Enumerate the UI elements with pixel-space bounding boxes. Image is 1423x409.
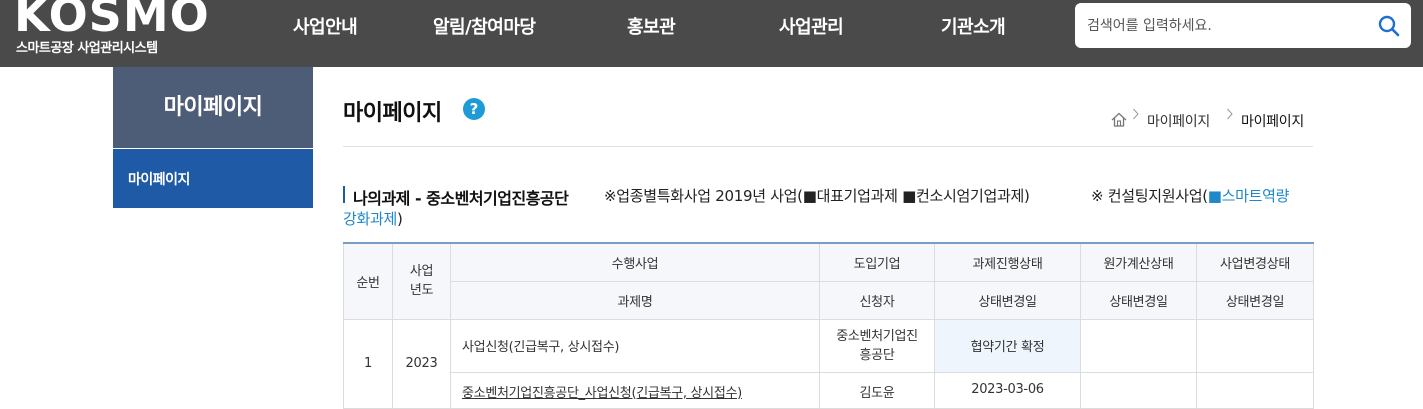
nav-item-notice-participation[interactable]: 알림/참여마당 <box>433 13 536 41</box>
nav-item-business-info[interactable]: 사업안내 <box>293 13 358 41</box>
breadcrumb-separator-icon <box>1133 108 1139 120</box>
search-button[interactable] <box>1375 12 1403 40</box>
search-box <box>1075 3 1411 48</box>
nav-item-business-management[interactable]: 사업관리 <box>779 13 844 41</box>
cell-status: 협약기간 확정 <box>934 318 1081 373</box>
col-header-no: 순번 <box>343 242 393 320</box>
col-header-status-date: 상태변경일 <box>934 280 1081 320</box>
breadcrumb-separator-icon <box>1227 108 1233 120</box>
divider <box>343 146 1313 147</box>
home-icon[interactable] <box>1111 112 1127 127</box>
section-note-suffix: ) <box>397 210 403 228</box>
section-note-industry: ※업종별특화사업 2019년 사업(■대표기업과제 ■컨소시엄기업과제) <box>604 187 1030 205</box>
search-input[interactable] <box>1087 3 1367 48</box>
section-note-prefix: ※ 컨설팅지원사업( <box>1091 187 1208 205</box>
cell-cost-date <box>1080 371 1197 409</box>
sidebar-item-label: 마이페이지 <box>128 172 190 188</box>
nav-item-pr-hall[interactable]: 홍보관 <box>627 13 676 41</box>
cell-cost-status <box>1080 318 1197 373</box>
section-note-consulting: ※ 컨설팅지원사업(■스마트역량 <box>1091 185 1289 206</box>
project-table: 순번 사업 년도 수행사업 도입기업 과제진행상태 원가계산상태 사업변경상태 … <box>343 242 1314 409</box>
chevron-right-icon <box>400 169 409 185</box>
kosmo-logo[interactable]: KOSMO 스마트공장 사업관리시스템 <box>14 0 214 66</box>
cell-no: 1 <box>343 318 393 409</box>
cell-change-date <box>1196 371 1314 409</box>
search-icon <box>1378 15 1400 37</box>
breadcrumb-current: 마이페이지 <box>1241 114 1304 130</box>
sidebar-item-mypage[interactable]: 마이페이지 <box>113 149 409 208</box>
col-header-company: 도입기업 <box>819 242 935 282</box>
col-header-applicant: 신청자 <box>819 280 935 320</box>
smart-capability-link[interactable]: ■스마트역량 <box>1208 187 1290 205</box>
section-title: 나의과제 - 중소벤처기업진흥공단 <box>353 189 569 208</box>
cell-change-status <box>1196 318 1314 373</box>
section-note-consulting-wrap: 강화과제) <box>343 208 403 229</box>
breadcrumb-item[interactable]: 마이페이지 <box>1147 111 1210 131</box>
cell-year: 2023 <box>392 318 451 409</box>
logo-subtitle: 스마트공장 사업관리시스템 <box>16 41 158 56</box>
cell-business: 사업신청(긴급복구, 상시접수) <box>450 318 820 373</box>
col-header-year: 사업 년도 <box>392 242 451 320</box>
col-header-status: 과제진행상태 <box>934 242 1081 282</box>
cell-status-date: 2023-03-06 <box>934 371 1081 409</box>
cell-project-name: 중소벤처기업진흥공단_사업신청(긴급복구, 상시접수) <box>450 371 820 409</box>
cell-company: 중소벤처기업진 흥공단 <box>819 318 935 373</box>
table-row: 1 2023 사업신청(긴급복구, 상시접수) 중소벤처기업진 흥공단 협약기간… <box>343 318 1314 409</box>
cell-applicant: 김도윤 <box>819 371 935 409</box>
help-icon[interactable]: ? <box>463 98 485 120</box>
page-title: 마이페이지 <box>343 101 442 126</box>
col-header-business: 수행사업 <box>450 242 820 282</box>
section-marker <box>343 186 345 203</box>
col-header-change-status: 사업변경상태 <box>1196 242 1314 282</box>
sidebar-title: 마이페이지 <box>113 67 313 148</box>
smart-capability-link-cont[interactable]: 강화과제 <box>343 210 397 228</box>
col-header-change-date: 상태변경일 <box>1196 280 1314 320</box>
top-header: KOSMO 스마트공장 사업관리시스템 사업안내 알림/참여마당 홍보관 사업관… <box>0 0 1423 67</box>
col-header-cost-status: 원가계산상태 <box>1080 242 1197 282</box>
logo-wordmark: KOSMO <box>14 0 210 42</box>
project-name-link[interactable]: 중소벤처기업진흥공단_사업신청(긴급복구, 상시접수) <box>462 386 742 401</box>
table-row-sub: 중소벤처기업진흥공단_사업신청(긴급복구, 상시접수) 김도윤 2023-03-… <box>344 371 1314 409</box>
nav-item-agency-intro[interactable]: 기관소개 <box>941 13 1006 41</box>
col-header-project-name: 과제명 <box>450 280 820 320</box>
col-header-cost-date: 상태변경일 <box>1080 280 1197 320</box>
